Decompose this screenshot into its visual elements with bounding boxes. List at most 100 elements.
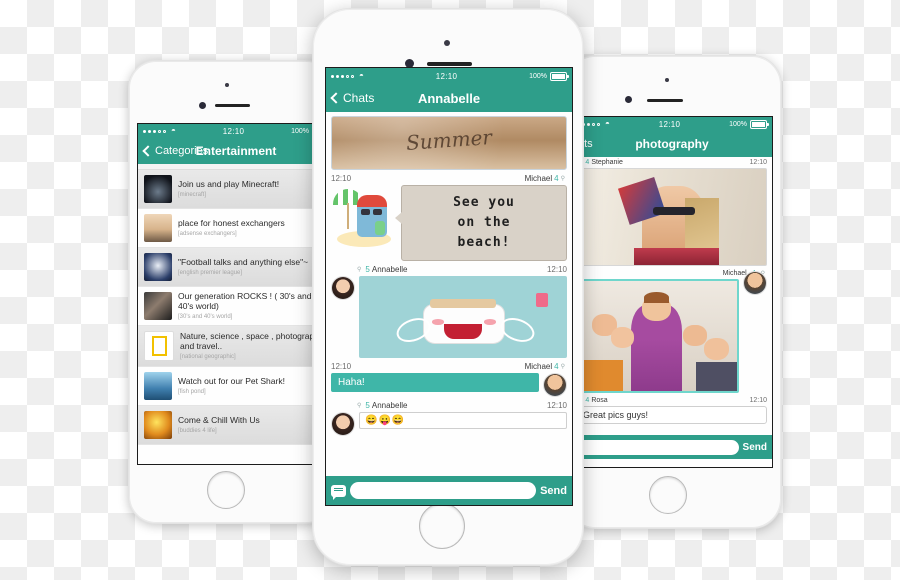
message-row: ⚲ 5 Annabelle 12:10 <box>326 263 572 360</box>
summer-sand-photo[interactable]: Summer <box>331 116 567 170</box>
message-row: 12:10 Michael 4 ⚲ See you on the beach! <box>326 172 572 263</box>
battery-percent: 100% <box>529 72 547 80</box>
center-chat-body[interactable]: Summer 12:10 Michael 4 ⚲ See you on the … <box>326 112 572 476</box>
list-item-subtitle: [buddies 4 life] <box>178 427 217 434</box>
list-item-subtitle: [fish pond] <box>178 388 206 395</box>
signal-dot <box>148 129 151 133</box>
list-item[interactable]: Come & Chill With Us [buddies 4 life] <box>138 406 334 445</box>
signal-dot-empty <box>163 129 166 133</box>
list-item[interactable]: Nature, science , space , photography an… <box>138 326 334 367</box>
signal-dot-empty <box>351 74 354 78</box>
center-phone-screen: ◓ 12:10 100% Chats Annabelle Summer 12:1… <box>325 67 573 506</box>
rock-thumb <box>144 292 172 320</box>
signal-dot <box>587 122 590 126</box>
list-item-title: place for honest exchangers <box>178 218 285 229</box>
message-time: 12:10 <box>546 265 567 275</box>
left-phone: ◓ 12:10 100% Categories Entertainment Jo… <box>128 60 335 524</box>
center-send-button[interactable]: Send <box>540 485 567 497</box>
message-bubble: Haha! <box>331 373 539 393</box>
list-item[interactable]: Watch out for our Pet Shark! [fish pond] <box>138 367 334 406</box>
left-phone-screen: ◓ 12:10 100% Categories Entertainment Jo… <box>137 123 335 465</box>
message-badge: 5 <box>365 401 370 411</box>
screenshot-stage: ◓ 12:10 100% Categories Entertainment Jo… <box>0 0 900 580</box>
left-category-list[interactable]: Join us and play Minecraft! [minecraft] … <box>138 164 334 464</box>
left-phone-earpiece <box>215 104 250 107</box>
annabelle-avatar[interactable] <box>331 276 355 301</box>
message-sender: Stephanie <box>591 159 623 166</box>
battery-percent: 100% <box>729 120 747 128</box>
right-status-time: 12:10 <box>658 119 681 129</box>
signal-dot-empty <box>158 129 161 133</box>
battery-full-icon <box>550 71 569 81</box>
girl-glasses-photo[interactable] <box>577 168 767 266</box>
list-item[interactable]: "Football talks and anything else"~ [eng… <box>138 248 334 287</box>
chat-bubble-icon[interactable] <box>331 484 346 500</box>
right-phone-home-button[interactable] <box>649 476 687 514</box>
message-meta: ⚲ 4 Stephanie 12:10 <box>577 159 767 166</box>
left-phone-home-button[interactable] <box>207 471 245 509</box>
message-meta: ⚲ 4 Rosa 12:10 <box>577 397 767 404</box>
left-nav-bar: Categories Entertainment <box>138 138 334 164</box>
right-phone: ◓ 12:10 100% ats photography ⚲ <box>565 55 782 529</box>
natgeo-thumb <box>144 331 174 361</box>
sticker-speech-bubble: See you on the beach! <box>395 185 567 262</box>
michael-avatar[interactable] <box>543 373 567 398</box>
right-chat-body[interactable]: ⚲ 4 Stephanie 12:10 <box>572 157 772 435</box>
right-phone-screen: ◓ 12:10 100% ats photography ⚲ <box>571 116 773 468</box>
football-thumb <box>144 253 172 281</box>
left-back-button[interactable]: Categories <box>142 145 209 157</box>
signal-dot-empty <box>592 122 595 126</box>
center-message-input[interactable] <box>350 482 537 499</box>
pin-icon: ⚲ <box>357 403 362 410</box>
message-sender: Michael <box>524 362 553 372</box>
group-selfie-photo[interactable] <box>577 279 739 393</box>
signal-dot <box>153 129 156 133</box>
left-back-label: Categories <box>155 145 209 157</box>
center-phone-earpiece <box>427 62 472 66</box>
right-page-title: photography <box>635 137 709 151</box>
list-item-subtitle: [english premier league] <box>178 269 243 276</box>
list-item[interactable]: Join us and play Minecraft! [minecraft] <box>138 170 334 209</box>
message-badge: 4 <box>554 174 559 183</box>
message-meta: 12:10 Michael 4 ⚲ <box>331 174 567 183</box>
pin-icon: ⚲ <box>357 267 362 274</box>
center-back-button[interactable]: Chats <box>330 91 374 105</box>
message-bubble: Great pics guys! <box>577 406 767 424</box>
message-bubble: 😄😛😄 <box>359 412 567 430</box>
message-row: 12:10 Michael 4 ⚲ Haha! <box>326 360 572 399</box>
message-sender: Annabelle <box>371 401 408 411</box>
center-battery-area: 100% <box>529 71 569 81</box>
message-row: ⚲ 4 Stephanie 12:10 <box>572 157 772 268</box>
right-battery-area: 100% <box>729 119 769 129</box>
list-item-subtitle: [30's and 40's world] <box>178 313 233 320</box>
center-composer: Send <box>326 476 572 505</box>
message-time: 12:10 <box>749 397 767 404</box>
shark-thumb <box>144 372 172 400</box>
list-item[interactable]: Our generation ROCKS ! ( 30's and 40's w… <box>138 287 334 326</box>
right-nav-bar: ats photography <box>572 131 772 157</box>
right-message-input[interactable] <box>577 439 739 455</box>
list-item-title: Watch out for our Pet Shark! <box>178 376 285 387</box>
right-phone-ambient-sensor <box>665 78 669 82</box>
right-phone-earpiece <box>647 99 683 102</box>
toaster-sticker[interactable] <box>359 276 567 359</box>
center-phone-home-button[interactable] <box>419 503 465 549</box>
right-phone-front-camera <box>625 96 632 103</box>
michael-avatar[interactable] <box>743 271 767 295</box>
list-item-title: Join us and play Minecraft! <box>178 179 280 190</box>
message-meta: 12:10 Michael 4 ⚲ <box>331 362 567 371</box>
message-badge: 4 <box>585 397 590 404</box>
list-item[interactable]: place for honest exchangers [adsense exc… <box>138 209 334 248</box>
message-sender: Annabelle <box>371 265 408 275</box>
emoji-content: 😄😛😄 <box>365 415 406 427</box>
exchangers-thumb <box>144 214 172 242</box>
chevron-left-icon <box>330 92 342 104</box>
signal-dot <box>143 129 146 133</box>
list-item-title: Come & Chill With Us <box>178 415 260 426</box>
signal-dot <box>336 74 339 78</box>
left-phone-front-camera <box>199 102 206 109</box>
message-time: 12:10 <box>749 159 767 166</box>
message-time: 12:10 <box>546 401 567 411</box>
annabelle-avatar[interactable] <box>331 412 355 437</box>
right-send-button[interactable]: Send <box>743 442 767 453</box>
